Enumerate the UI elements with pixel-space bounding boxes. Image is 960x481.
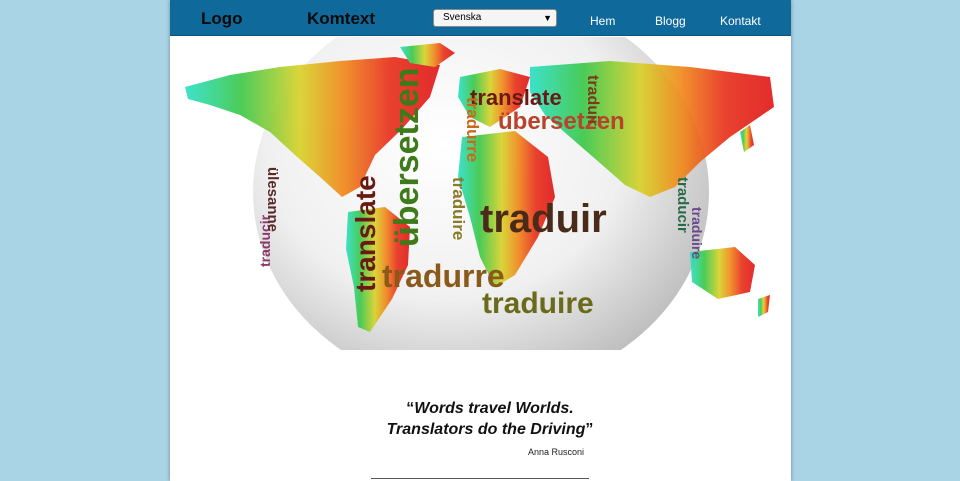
- divider: [371, 478, 589, 479]
- hero-word: traduire: [449, 177, 468, 240]
- language-select-value: Svenska: [443, 12, 482, 23]
- quote-text-line-1: Words travel Worlds.: [414, 400, 574, 417]
- logo[interactable]: Logo: [201, 9, 243, 29]
- quote-close-mark: ”: [585, 421, 594, 438]
- hero-word: translate: [470, 85, 562, 110]
- quote-block: “Words travel Worlds. Translators do the…: [370, 398, 610, 440]
- hero-word: ülesanne: [264, 167, 281, 232]
- hero-word: tradurre: [463, 97, 482, 162]
- hero-word: translate: [350, 175, 381, 292]
- quote-line-1: “Words travel Worlds.: [370, 398, 610, 419]
- translation-globe-illustration: translate übersetzen translate übersetze…: [185, 37, 774, 350]
- hero-word: traducir: [674, 177, 691, 233]
- hero-word: traduir: [584, 75, 601, 126]
- page-container: Logo Komtext Svenska ▼ Hem Blogg Kontakt: [170, 0, 791, 481]
- hero-word: übersetzen: [388, 68, 426, 248]
- hero-word: übersetzen: [498, 108, 625, 135]
- nav-link-blogg[interactable]: Blogg: [655, 14, 686, 28]
- navbar: Logo Komtext Svenska ▼ Hem Blogg Kontakt: [170, 0, 791, 36]
- chevron-down-icon: ▼: [543, 13, 552, 23]
- quote-author: Anna Rusconi: [528, 447, 585, 457]
- hero-word: traduire: [482, 287, 594, 320]
- quote-text-line-2: Translators do the Driving: [386, 421, 586, 438]
- hero-word: traduir: [480, 197, 607, 241]
- island-new-zealand: [758, 295, 770, 317]
- island-japan: [740, 125, 754, 152]
- nav-link-kontakt[interactable]: Kontakt: [720, 14, 761, 28]
- language-select[interactable]: Svenska ▼: [433, 9, 557, 27]
- hero-word: traduire: [689, 207, 705, 259]
- brand-name[interactable]: Komtext: [307, 9, 375, 29]
- quote-line-2: Translators do the Driving”: [370, 419, 610, 440]
- hero-image: translate übersetzen translate übersetze…: [170, 37, 791, 350]
- nav-link-hem[interactable]: Hem: [590, 14, 615, 28]
